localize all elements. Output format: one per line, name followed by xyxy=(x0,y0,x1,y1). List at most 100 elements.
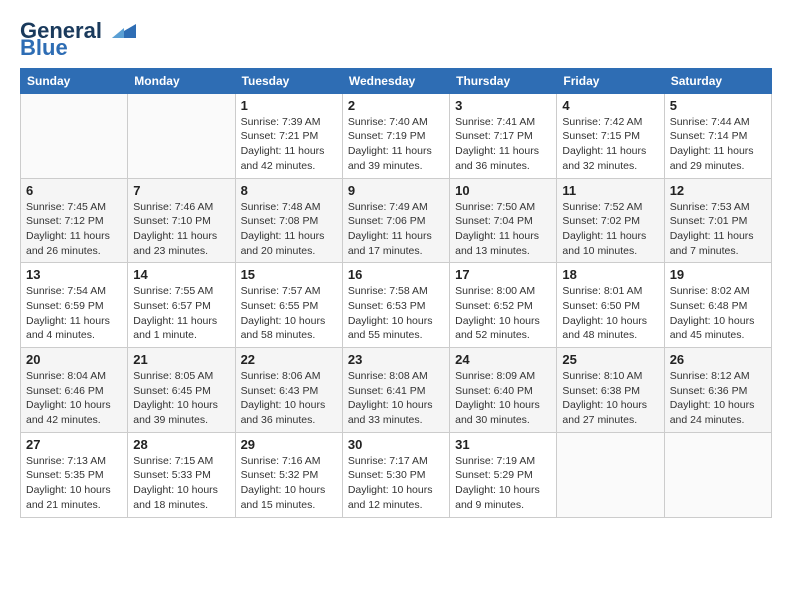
calendar-cell: 29 Sunrise: 7:16 AM Sunset: 5:32 PM Dayli… xyxy=(235,432,342,517)
calendar-cell: 26 Sunrise: 8:12 AM Sunset: 6:36 PM Dayli… xyxy=(664,348,771,433)
day-number: 9 xyxy=(348,183,444,198)
day-number: 4 xyxy=(562,98,658,113)
day-detail: Sunrise: 8:02 AM Sunset: 6:48 PM Dayligh… xyxy=(670,284,766,343)
day-detail: Sunrise: 7:17 AM Sunset: 5:30 PM Dayligh… xyxy=(348,454,444,513)
day-detail: Sunrise: 7:48 AM Sunset: 7:08 PM Dayligh… xyxy=(241,200,337,259)
day-detail: Sunrise: 8:12 AM Sunset: 6:36 PM Dayligh… xyxy=(670,369,766,428)
day-detail: Sunrise: 7:16 AM Sunset: 5:32 PM Dayligh… xyxy=(241,454,337,513)
calendar-week-2: 6 Sunrise: 7:45 AM Sunset: 7:12 PM Daylig… xyxy=(21,178,772,263)
calendar-cell: 12 Sunrise: 7:53 AM Sunset: 7:01 PM Dayli… xyxy=(664,178,771,263)
weekday-header-sunday: Sunday xyxy=(21,68,128,93)
day-detail: Sunrise: 8:05 AM Sunset: 6:45 PM Dayligh… xyxy=(133,369,229,428)
day-number: 15 xyxy=(241,267,337,282)
day-detail: Sunrise: 7:39 AM Sunset: 7:21 PM Dayligh… xyxy=(241,115,337,174)
day-number: 6 xyxy=(26,183,122,198)
day-detail: Sunrise: 7:50 AM Sunset: 7:04 PM Dayligh… xyxy=(455,200,551,259)
calendar-page: General Blue SundayMondayTuesdayWednesda… xyxy=(0,0,792,612)
weekday-header-monday: Monday xyxy=(128,68,235,93)
day-number: 26 xyxy=(670,352,766,367)
weekday-header-tuesday: Tuesday xyxy=(235,68,342,93)
calendar-cell: 23Sunrise: 8:08 AM Sunset: 6:41 PM Dayli… xyxy=(342,348,449,433)
calendar-cell: 2 Sunrise: 7:40 AM Sunset: 7:19 PM Daylig… xyxy=(342,93,449,178)
calendar-cell: 28 Sunrise: 7:15 AM Sunset: 5:33 PM Dayli… xyxy=(128,432,235,517)
day-detail: Sunrise: 8:10 AM Sunset: 6:38 PM Dayligh… xyxy=(562,369,658,428)
calendar-cell: 25 Sunrise: 8:10 AM Sunset: 6:38 PM Dayli… xyxy=(557,348,664,433)
day-detail: Sunrise: 7:15 AM Sunset: 5:33 PM Dayligh… xyxy=(133,454,229,513)
calendar-week-5: 27 Sunrise: 7:13 AM Sunset: 5:35 PM Dayli… xyxy=(21,432,772,517)
calendar-cell xyxy=(664,432,771,517)
day-detail: Sunrise: 7:45 AM Sunset: 7:12 PM Dayligh… xyxy=(26,200,122,259)
day-number: 16 xyxy=(348,267,444,282)
weekday-header-wednesday: Wednesday xyxy=(342,68,449,93)
day-detail: Sunrise: 7:13 AM Sunset: 5:35 PM Dayligh… xyxy=(26,454,122,513)
calendar-cell xyxy=(128,93,235,178)
calendar-cell: 22 Sunrise: 8:06 AM Sunset: 6:43 PM Dayli… xyxy=(235,348,342,433)
day-detail: Sunrise: 7:53 AM Sunset: 7:01 PM Dayligh… xyxy=(670,200,766,259)
calendar-cell: 17Sunrise: 8:00 AM Sunset: 6:52 PM Dayli… xyxy=(450,263,557,348)
day-detail: Sunrise: 7:49 AM Sunset: 7:06 PM Dayligh… xyxy=(348,200,444,259)
day-number: 14 xyxy=(133,267,229,282)
day-number: 18 xyxy=(562,267,658,282)
day-number: 13 xyxy=(26,267,122,282)
calendar-cell: 11Sunrise: 7:52 AM Sunset: 7:02 PM Dayli… xyxy=(557,178,664,263)
day-number: 1 xyxy=(241,98,337,113)
weekday-header-saturday: Saturday xyxy=(664,68,771,93)
day-detail: Sunrise: 7:42 AM Sunset: 7:15 PM Dayligh… xyxy=(562,115,658,174)
day-detail: Sunrise: 8:01 AM Sunset: 6:50 PM Dayligh… xyxy=(562,284,658,343)
day-detail: Sunrise: 7:44 AM Sunset: 7:14 PM Dayligh… xyxy=(670,115,766,174)
day-number: 19 xyxy=(670,267,766,282)
calendar-cell: 27 Sunrise: 7:13 AM Sunset: 5:35 PM Dayli… xyxy=(21,432,128,517)
day-detail: Sunrise: 7:54 AM Sunset: 6:59 PM Dayligh… xyxy=(26,284,122,343)
calendar-cell: 6 Sunrise: 7:45 AM Sunset: 7:12 PM Daylig… xyxy=(21,178,128,263)
calendar-week-1: 1 Sunrise: 7:39 AM Sunset: 7:21 PM Daylig… xyxy=(21,93,772,178)
calendar-cell: 4 Sunrise: 7:42 AM Sunset: 7:15 PM Daylig… xyxy=(557,93,664,178)
calendar-week-3: 13 Sunrise: 7:54 AM Sunset: 6:59 PM Dayli… xyxy=(21,263,772,348)
logo: General Blue xyxy=(20,20,136,58)
day-number: 29 xyxy=(241,437,337,452)
day-detail: Sunrise: 8:08 AM Sunset: 6:41 PM Dayligh… xyxy=(348,369,444,428)
calendar-cell: 30 Sunrise: 7:17 AM Sunset: 5:30 PM Dayli… xyxy=(342,432,449,517)
day-number: 20 xyxy=(26,352,122,367)
calendar-cell: 21 Sunrise: 8:05 AM Sunset: 6:45 PM Dayli… xyxy=(128,348,235,433)
day-number: 27 xyxy=(26,437,122,452)
day-detail: Sunrise: 7:40 AM Sunset: 7:19 PM Dayligh… xyxy=(348,115,444,174)
calendar-cell: 13 Sunrise: 7:54 AM Sunset: 6:59 PM Dayli… xyxy=(21,263,128,348)
calendar-cell: 3Sunrise: 7:41 AM Sunset: 7:17 PM Daylig… xyxy=(450,93,557,178)
day-number: 21 xyxy=(133,352,229,367)
calendar-table: SundayMondayTuesdayWednesdayThursdayFrid… xyxy=(20,68,772,518)
calendar-cell: 1 Sunrise: 7:39 AM Sunset: 7:21 PM Daylig… xyxy=(235,93,342,178)
calendar-cell: 5 Sunrise: 7:44 AM Sunset: 7:14 PM Daylig… xyxy=(664,93,771,178)
day-number: 3 xyxy=(455,98,551,113)
day-number: 24 xyxy=(455,352,551,367)
day-detail: Sunrise: 7:55 AM Sunset: 6:57 PM Dayligh… xyxy=(133,284,229,343)
logo-icon xyxy=(104,20,136,42)
calendar-cell: 8 Sunrise: 7:48 AM Sunset: 7:08 PM Daylig… xyxy=(235,178,342,263)
day-detail: Sunrise: 8:06 AM Sunset: 6:43 PM Dayligh… xyxy=(241,369,337,428)
day-number: 30 xyxy=(348,437,444,452)
day-number: 25 xyxy=(562,352,658,367)
calendar-cell: 15 Sunrise: 7:57 AM Sunset: 6:55 PM Dayli… xyxy=(235,263,342,348)
header: General Blue xyxy=(20,20,772,58)
day-number: 8 xyxy=(241,183,337,198)
calendar-week-4: 20Sunrise: 8:04 AM Sunset: 6:46 PM Dayli… xyxy=(21,348,772,433)
day-number: 10 xyxy=(455,183,551,198)
day-number: 28 xyxy=(133,437,229,452)
day-number: 2 xyxy=(348,98,444,113)
day-detail: Sunrise: 7:57 AM Sunset: 6:55 PM Dayligh… xyxy=(241,284,337,343)
day-number: 17 xyxy=(455,267,551,282)
calendar-cell: 10 Sunrise: 7:50 AM Sunset: 7:04 PM Dayli… xyxy=(450,178,557,263)
weekday-header-thursday: Thursday xyxy=(450,68,557,93)
calendar-cell xyxy=(557,432,664,517)
day-detail: Sunrise: 8:09 AM Sunset: 6:40 PM Dayligh… xyxy=(455,369,551,428)
day-number: 22 xyxy=(241,352,337,367)
calendar-cell: 18 Sunrise: 8:01 AM Sunset: 6:50 PM Dayli… xyxy=(557,263,664,348)
calendar-cell: 19 Sunrise: 8:02 AM Sunset: 6:48 PM Dayli… xyxy=(664,263,771,348)
calendar-cell: 14 Sunrise: 7:55 AM Sunset: 6:57 PM Dayli… xyxy=(128,263,235,348)
day-number: 7 xyxy=(133,183,229,198)
day-number: 5 xyxy=(670,98,766,113)
day-number: 31 xyxy=(455,437,551,452)
day-detail: Sunrise: 7:58 AM Sunset: 6:53 PM Dayligh… xyxy=(348,284,444,343)
calendar-cell: 16 Sunrise: 7:58 AM Sunset: 6:53 PM Dayli… xyxy=(342,263,449,348)
calendar-header-row: SundayMondayTuesdayWednesdayThursdayFrid… xyxy=(21,68,772,93)
day-number: 12 xyxy=(670,183,766,198)
